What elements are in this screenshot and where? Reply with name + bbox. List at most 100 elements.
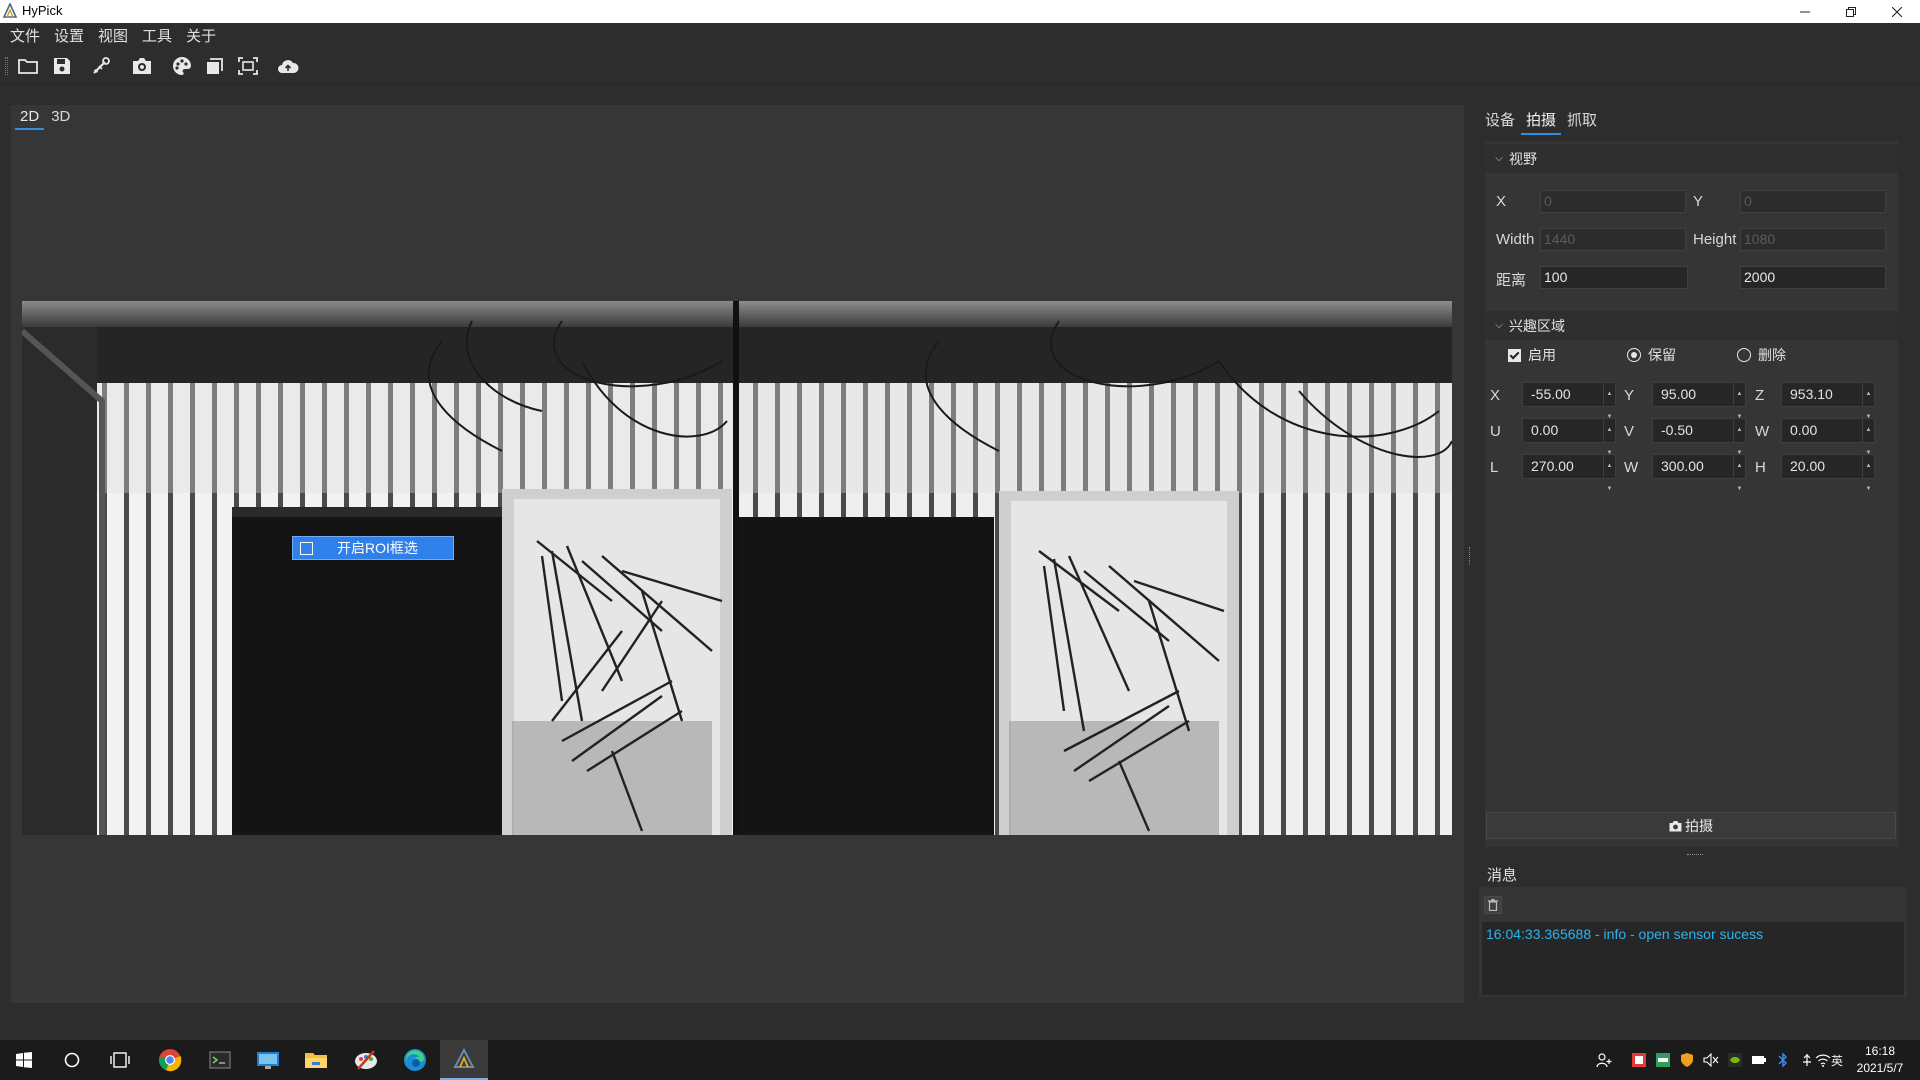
spin-up-icon[interactable]: ▲ xyxy=(1734,419,1745,442)
search-button[interactable] xyxy=(48,1040,96,1080)
people-tray[interactable] xyxy=(1596,1052,1612,1068)
roi-delete-radio[interactable]: 删除 xyxy=(1737,345,1786,365)
clear-log-button[interactable] xyxy=(1484,896,1502,914)
roi-select-label: 开启ROI框选 xyxy=(337,540,418,556)
roi-section-header[interactable]: ⌵ 兴趣区域 xyxy=(1485,311,1898,340)
toolbar xyxy=(0,47,1920,85)
right-camera-scene xyxy=(739,301,1452,835)
spin-up-icon[interactable]: ▲ xyxy=(1604,455,1615,478)
save-button[interactable] xyxy=(50,55,74,77)
taskbar-remote-desktop[interactable] xyxy=(244,1040,292,1080)
vertical-splitter-handle[interactable] xyxy=(1469,547,1472,565)
restore-button[interactable] xyxy=(1828,0,1874,23)
roi-delete-label: 删除 xyxy=(1758,347,1786,363)
taskbar-edge[interactable] xyxy=(391,1040,439,1080)
stereo-image-area[interactable] xyxy=(22,301,1452,835)
taskbar-clock[interactable]: 16:18 2021/5/7 xyxy=(1849,1043,1911,1077)
roi-v-spinbox[interactable]: -0.50 ▲ ▼ xyxy=(1652,418,1746,456)
menu-settings[interactable]: 设置 xyxy=(54,25,84,46)
spin-up-icon[interactable]: ▲ xyxy=(1863,383,1874,406)
start-button[interactable] xyxy=(0,1040,48,1080)
spin-down-icon[interactable]: ▼ xyxy=(1863,478,1874,501)
roi-length-spinbox[interactable]: 270.00 ▲ ▼ xyxy=(1522,454,1616,492)
tab-device[interactable]: 设备 xyxy=(1480,107,1520,135)
tray-volume[interactable] xyxy=(1703,1052,1719,1068)
fov-x-label: X xyxy=(1496,193,1507,210)
roi-y-spinbox[interactable]: 95.00 ▲ ▼ xyxy=(1652,382,1746,420)
roi-w-rot-spinbox[interactable]: 0.00 ▲ ▼ xyxy=(1781,418,1875,456)
spin-down-icon[interactable]: ▼ xyxy=(1734,478,1745,501)
roi-select-checkbox[interactable] xyxy=(300,541,313,555)
spin-up-icon[interactable]: ▲ xyxy=(1734,455,1745,478)
tray-bluetooth[interactable] xyxy=(1775,1052,1791,1068)
menu-tools[interactable]: 工具 xyxy=(142,25,172,46)
fov-y-field[interactable]: 0 xyxy=(1740,190,1886,213)
taskbar-chrome[interactable] xyxy=(146,1040,194,1080)
tray-nvidia[interactable] xyxy=(1727,1052,1743,1068)
roi-z-spinbox[interactable]: 953.10 ▲ ▼ xyxy=(1781,382,1875,420)
roi-u-spinbox[interactable]: 0.00 ▲ ▼ xyxy=(1522,418,1616,456)
tray-battery[interactable] xyxy=(1751,1052,1767,1068)
spin-up-icon[interactable]: ▲ xyxy=(1734,383,1745,406)
roi-x-label: X xyxy=(1490,387,1501,404)
tab-3d[interactable]: 3D xyxy=(46,106,75,130)
horizontal-splitter-handle[interactable] xyxy=(1687,854,1703,857)
tab-grasp[interactable]: 抓取 xyxy=(1562,107,1602,135)
left-camera-image[interactable] xyxy=(22,301,733,835)
menu-about[interactable]: 关于 xyxy=(186,25,216,46)
battery-icon xyxy=(1752,1056,1766,1064)
palette-icon xyxy=(173,57,191,75)
fov-height-field[interactable]: 1080 xyxy=(1740,228,1886,251)
tab-messages[interactable]: 消息 xyxy=(1480,862,1525,890)
distance-min-field[interactable]: 100 xyxy=(1540,266,1688,289)
capture-toolbar-button[interactable] xyxy=(130,55,154,77)
fov-section-header[interactable]: ⌵ 视野 xyxy=(1485,144,1898,173)
calibrate-button[interactable] xyxy=(89,55,113,77)
roi-width-spinbox[interactable]: 300.00 ▲ ▼ xyxy=(1652,454,1746,492)
clock-time: 16:18 xyxy=(1864,1044,1896,1058)
color-palette-button[interactable] xyxy=(170,55,194,77)
task-view-icon xyxy=(110,1052,130,1068)
fit-view-button[interactable] xyxy=(236,55,260,77)
taskbar-hypick[interactable] xyxy=(440,1040,488,1080)
title-bar: HyPick xyxy=(0,0,1920,23)
toolbar-grip[interactable] xyxy=(5,57,8,75)
roi-y-label: Y xyxy=(1624,387,1635,404)
view-mode-tabs: 2D 3D xyxy=(15,106,77,130)
capture-button[interactable]: 拍摄 xyxy=(1486,812,1896,839)
spin-up-icon[interactable]: ▲ xyxy=(1604,383,1615,406)
tab-2d[interactable]: 2D xyxy=(15,106,45,130)
roi-keep-radio[interactable]: 保留 xyxy=(1627,345,1676,365)
spin-up-icon[interactable]: ▲ xyxy=(1604,419,1615,442)
minimize-button[interactable] xyxy=(1782,0,1828,23)
tray-app-red[interactable] xyxy=(1631,1052,1647,1068)
message-log[interactable]: 16:04:33.365688 - info - open sensor suc… xyxy=(1482,922,1904,995)
cloud-upload-button[interactable] xyxy=(276,55,300,77)
tray-app-green[interactable] xyxy=(1655,1052,1671,1068)
distance-max-field[interactable]: 2000 xyxy=(1740,266,1886,289)
fov-x-field[interactable]: 0 xyxy=(1540,190,1686,213)
roi-enable-checkbox[interactable]: 启用 xyxy=(1508,345,1556,365)
taskbar-file-explorer[interactable] xyxy=(292,1040,340,1080)
spin-up-icon[interactable]: ▲ xyxy=(1863,419,1874,442)
taskbar-terminal[interactable] xyxy=(196,1040,244,1080)
task-view-button[interactable] xyxy=(96,1040,144,1080)
close-button[interactable] xyxy=(1874,0,1920,23)
spin-down-icon[interactable]: ▼ xyxy=(1604,478,1615,501)
menu-view[interactable]: 视图 xyxy=(98,25,128,46)
menu-file[interactable]: 文件 xyxy=(10,25,40,46)
layers-button[interactable] xyxy=(203,55,227,77)
remote-desktop-icon xyxy=(257,1052,279,1069)
spin-up-icon[interactable]: ▲ xyxy=(1863,455,1874,478)
fov-width-field[interactable]: 1440 xyxy=(1540,228,1686,251)
roi-select-toggle[interactable]: 开启ROI框选 xyxy=(292,536,454,560)
right-camera-image[interactable] xyxy=(739,301,1452,835)
red-app-icon xyxy=(1632,1053,1646,1067)
tray-shield[interactable] xyxy=(1679,1052,1695,1068)
roi-x-spinbox[interactable]: -55.00 ▲ ▼ xyxy=(1522,382,1616,420)
taskbar-paint[interactable] xyxy=(342,1040,390,1080)
ime-indicator[interactable]: 英 xyxy=(1829,1052,1845,1068)
tab-capture[interactable]: 拍摄 xyxy=(1521,107,1562,135)
open-folder-button[interactable] xyxy=(16,55,40,77)
roi-height-spinbox[interactable]: 20.00 ▲ ▼ xyxy=(1781,454,1875,492)
